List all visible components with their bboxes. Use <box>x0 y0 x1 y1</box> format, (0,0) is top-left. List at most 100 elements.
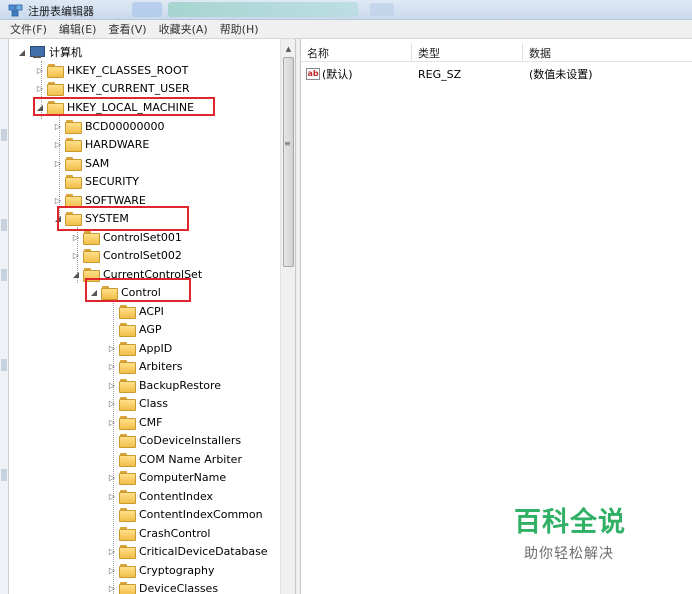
folder-icon <box>83 231 100 245</box>
tree-item-class[interactable]: ▷ Class <box>107 394 168 412</box>
expand-arrow-icon[interactable]: ▷ <box>107 565 117 575</box>
scroll-thumb[interactable] <box>283 57 294 267</box>
expand-arrow-icon[interactable]: ▷ <box>107 380 117 390</box>
menu-help[interactable]: 帮助(H) <box>220 21 259 37</box>
tree-item-label: ContentIndex <box>139 489 214 503</box>
menu-view[interactable]: 查看(V) <box>108 21 146 37</box>
column-header-data[interactable]: 数据 <box>523 43 692 62</box>
tree-item-sam[interactable]: ▷ SAM <box>53 154 109 172</box>
tree-item-hardware[interactable]: ▷ HARDWARE <box>53 135 149 153</box>
folder-icon <box>119 397 136 411</box>
tree-item-agp[interactable]: AGP <box>107 320 162 338</box>
window-title: 注册表编辑器 <box>28 5 94 18</box>
folder-icon <box>119 527 136 541</box>
tree-item-crashcontrol[interactable]: CrashControl <box>107 524 210 542</box>
registry-tree[interactable]: ◢ 计算机 ▷ HKEY_CLASSES_ROOT ▷ HKEY_CURRENT… <box>9 39 294 594</box>
folder-icon <box>119 342 136 356</box>
tree-item-appid[interactable]: ▷ AppID <box>107 339 172 357</box>
folder-icon <box>119 545 136 559</box>
tree-item-label: SOFTWARE <box>85 193 146 207</box>
expand-arrow-icon[interactable]: ▷ <box>107 583 117 593</box>
watermark-subtitle: 助你轻松解决 <box>524 546 614 562</box>
expand-arrow-icon[interactable]: ▷ <box>107 361 117 371</box>
list-header: 名称 类型 数据 <box>301 43 692 62</box>
tree-item-hkey-classes-root[interactable]: ▷ HKEY_CLASSES_ROOT <box>35 61 188 79</box>
expand-arrow-icon[interactable]: ▷ <box>53 139 63 149</box>
tree-item-acpi[interactable]: ACPI <box>107 302 164 320</box>
folder-icon <box>119 582 136 594</box>
tree-item-label: ACPI <box>139 304 164 318</box>
expand-arrow-icon[interactable]: ▷ <box>53 121 63 131</box>
blurred-tab <box>168 2 358 17</box>
tree-item-label: ControlSet002 <box>103 248 182 262</box>
tree-item-contentindexcommon[interactable]: ContentIndexCommon <box>107 505 263 523</box>
expand-arrow-icon[interactable]: ▷ <box>107 343 117 353</box>
tree-item-controlset002[interactable]: ▷ ControlSet002 <box>71 246 182 264</box>
menu-file[interactable]: 文件(F) <box>10 21 47 37</box>
value-name: (默认) <box>322 68 353 81</box>
expand-arrow-icon[interactable]: ▷ <box>35 83 45 93</box>
edge-mark <box>1 129 7 141</box>
scroll-up-arrow-icon[interactable]: ▲ <box>281 41 296 56</box>
folder-icon <box>119 490 136 504</box>
expand-arrow-icon[interactable]: ▷ <box>107 546 117 556</box>
list-item[interactable]: ab (默认) REG_SZ (数值未设置) <box>301 65 692 83</box>
tree-item-label: BackupRestore <box>139 378 222 392</box>
title-bar: 注册表编辑器 <box>0 0 692 20</box>
folder-icon <box>65 157 82 171</box>
menu-bar: 文件(F) 编辑(E) 查看(V) 收藏夹(A) 帮助(H) <box>0 20 692 39</box>
column-header-type[interactable]: 类型 <box>412 43 523 62</box>
folder-icon <box>119 379 136 393</box>
expand-arrow-icon[interactable]: ▷ <box>107 417 117 427</box>
tree-item-arbiters[interactable]: ▷ Arbiters <box>107 357 182 375</box>
expand-arrow-icon[interactable]: ▷ <box>107 491 117 501</box>
expand-arrow-icon[interactable]: ▷ <box>107 472 117 482</box>
tree-item-label: 计算机 <box>49 46 82 59</box>
tree-item-backuprestore[interactable]: ▷ BackupRestore <box>107 376 221 394</box>
tree-item-security[interactable]: SECURITY <box>53 172 139 190</box>
tree-item-deviceclasses[interactable]: ▷ DeviceClasses <box>107 579 218 594</box>
edge-mark <box>1 359 7 371</box>
tree-item-codeviceinstallers[interactable]: CoDeviceInstallers <box>107 431 241 449</box>
collapse-arrow-icon[interactable]: ◢ <box>17 47 27 57</box>
folder-icon <box>119 323 136 337</box>
tree-item-label: COM Name Arbiter <box>139 452 242 466</box>
expand-arrow-icon[interactable]: ▷ <box>71 250 81 260</box>
tree-item-criticaldevicedatabase[interactable]: ▷ CriticalDeviceDatabase <box>107 542 268 560</box>
folder-icon <box>83 249 100 263</box>
tree-item-hkey-current-user[interactable]: ▷ HKEY_CURRENT_USER <box>35 79 190 97</box>
tree-item-bcd[interactable]: ▷ BCD00000000 <box>53 117 165 135</box>
tree-item-label: ComputerName <box>139 470 227 484</box>
expand-arrow-icon[interactable]: ▷ <box>35 65 45 75</box>
expand-arrow-icon[interactable]: ▷ <box>53 195 63 205</box>
expand-arrow-icon[interactable]: ▷ <box>71 232 81 242</box>
value-name-cell: ab (默认) <box>306 65 353 83</box>
expand-arrow-icon[interactable]: ▷ <box>53 158 63 168</box>
highlight-box-system <box>57 206 189 231</box>
menu-favorites[interactable]: 收藏夹(A) <box>159 21 208 37</box>
tree-item-computer[interactable]: ◢ 计算机 <box>17 43 82 61</box>
tree-item-label: DeviceClasses <box>139 581 219 594</box>
tree-item-cmf[interactable]: ▷ CMF <box>107 413 163 431</box>
folder-icon <box>65 138 82 152</box>
folder-icon <box>119 434 136 448</box>
background-window-edge <box>0 39 9 594</box>
tree-item-computername[interactable]: ▷ ComputerName <box>107 468 226 486</box>
blurred-tab <box>370 3 394 16</box>
tree-item-com-name-arbiter[interactable]: COM Name Arbiter <box>107 450 242 468</box>
watermark-logo: 百科全说 助你轻松解决 <box>514 500 654 563</box>
collapse-arrow-icon[interactable]: ◢ <box>71 269 81 279</box>
tree-item-contentindex[interactable]: ▷ ContentIndex <box>107 487 213 505</box>
edge-mark <box>1 219 7 231</box>
tree-item-cryptography[interactable]: ▷ Cryptography <box>107 561 214 579</box>
column-header-name[interactable]: 名称 <box>301 43 412 62</box>
tree-scrollbar[interactable]: ▲ ≡ <box>280 39 295 594</box>
tree-item-label: ControlSet001 <box>103 230 182 244</box>
folder-icon <box>119 305 136 319</box>
tree-item-label: CoDeviceInstallers <box>139 433 242 447</box>
folder-icon <box>119 416 136 430</box>
expand-arrow-icon[interactable]: ▷ <box>107 398 117 408</box>
menu-edit[interactable]: 编辑(E) <box>59 21 97 37</box>
